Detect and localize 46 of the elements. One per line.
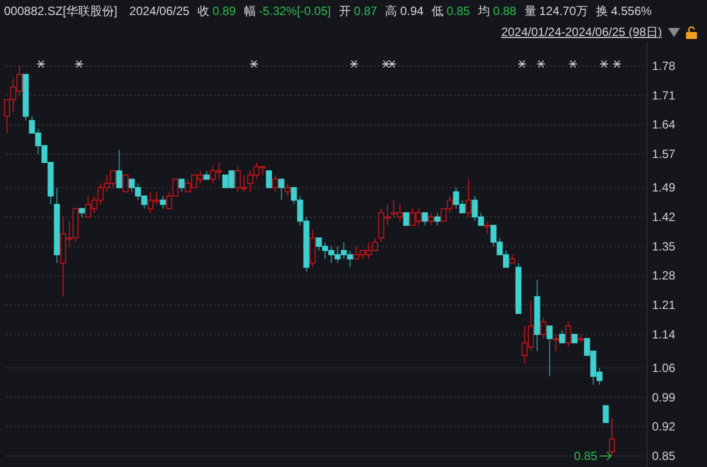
stock-symbol: 000882.SZ[华联股份] [4,3,118,20]
quote-value: 0.88 [492,3,516,20]
price-tick-label: 1.28 [652,268,676,283]
asterisk-icon [36,60,46,68]
lock-icon[interactable] [686,26,697,38]
price-tick-label: 1.42 [652,210,676,224]
date-range-link[interactable]: 2024/01/24-2024/06/25 (98日) [501,23,662,41]
quote-value: 0.87 [354,3,378,20]
price-tick-label: 1.64 [652,118,676,132]
price-tick-label: 1.78 [652,59,676,73]
quote-label: 量 [524,3,536,20]
asterisk-icon [350,60,358,68]
price-tick-label: 1.35 [652,239,676,254]
quote-label: 幅 [244,3,256,20]
quote-label: 均 [478,3,490,20]
price-tick-label: 1.57 [652,147,676,162]
price-tick-label: 0.99 [652,390,676,404]
quote-date: 2024/06/25 [129,3,190,20]
price-tick-label: 1.21 [652,298,676,312]
quote-label: 高 [385,3,398,20]
quote-label: 开 [338,3,351,20]
asterisk-icon [250,60,258,68]
dropdown-triangle-icon[interactable] [668,28,680,36]
asterisk-icon [568,60,578,68]
asterisk-icon [536,60,546,68]
price-tick-label: 1.06 [652,360,676,375]
quote-value: 124.70万 [539,3,588,20]
quote-label: 低 [432,3,444,20]
price-tick-label: 0.85 [652,449,676,463]
asterisk-icon [612,60,622,68]
quote-value: -5.32%[-0.05] [258,3,331,20]
asterisk-icon [74,60,84,68]
price-tick-label: 1.49 [652,180,676,195]
price-tick-label: 1.14 [652,327,676,342]
asterisk-icon [600,60,608,68]
quote-value: 0.89 [212,3,236,20]
price-tick-label: 0.92 [652,420,676,434]
quote-value: 0.85 [446,3,470,20]
quote-value: 4.556% [611,3,652,20]
quote-value: 0.94 [400,3,424,20]
arrow-icon [600,452,612,460]
low-price-label: 0.85 [574,449,598,463]
price-tick-label: 1.71 [652,88,676,102]
quote-label: 换 [596,3,608,20]
asterisk-icon [518,60,526,68]
quote-label: 收 [197,3,210,20]
